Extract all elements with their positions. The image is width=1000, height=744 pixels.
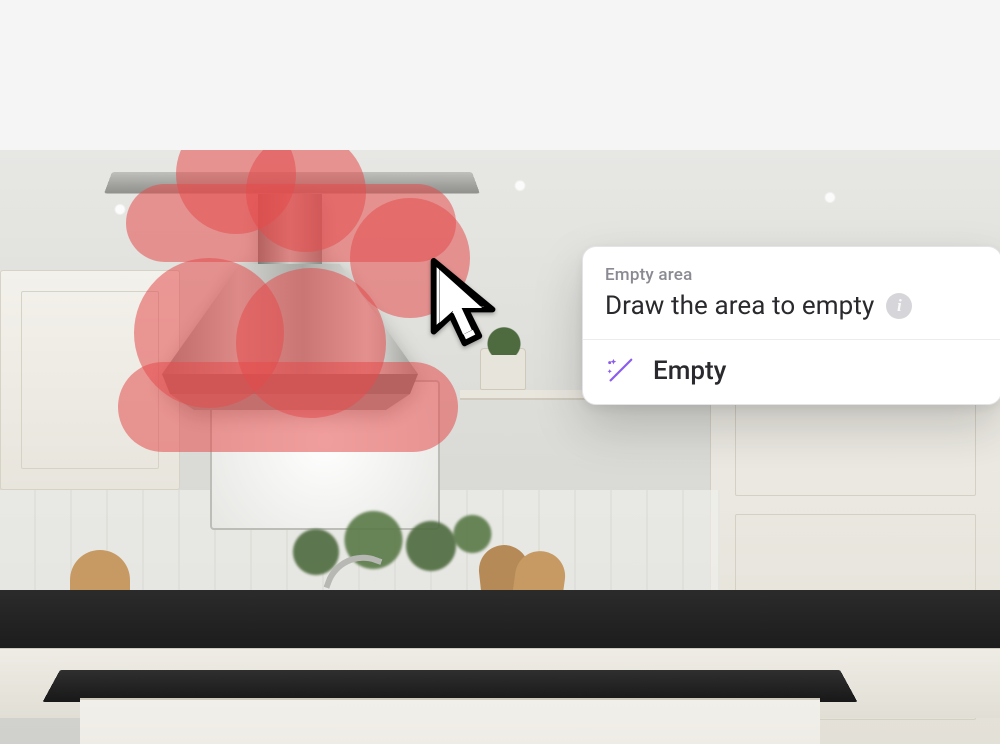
empty-action-label: Empty — [653, 356, 726, 386]
magic-wand-icon — [605, 356, 635, 386]
panel-instruction-row: Draw the area to empty i — [605, 291, 979, 321]
empty-action-button[interactable]: Empty — [583, 340, 1000, 404]
panel-instruction-text: Draw the area to empty — [605, 291, 874, 321]
empty-area-panel: Empty area Draw the area to empty i Empt… — [582, 246, 1000, 405]
countertop — [0, 590, 1000, 650]
panel-header: Empty area Draw the area to empty i — [583, 247, 1000, 339]
top-blank-bar — [0, 0, 1000, 150]
panel-section-label: Empty area — [605, 265, 979, 285]
potted-plant — [480, 348, 526, 390]
editor-stage: Empty area Draw the area to empty i Empt… — [0, 0, 1000, 744]
range-hood — [150, 194, 430, 414]
hood-ceiling-plate — [104, 172, 480, 194]
range-hood-shape-icon — [150, 194, 430, 414]
image-canvas[interactable] — [0, 150, 1000, 744]
island-front — [80, 698, 820, 744]
info-icon[interactable]: i — [886, 293, 912, 319]
